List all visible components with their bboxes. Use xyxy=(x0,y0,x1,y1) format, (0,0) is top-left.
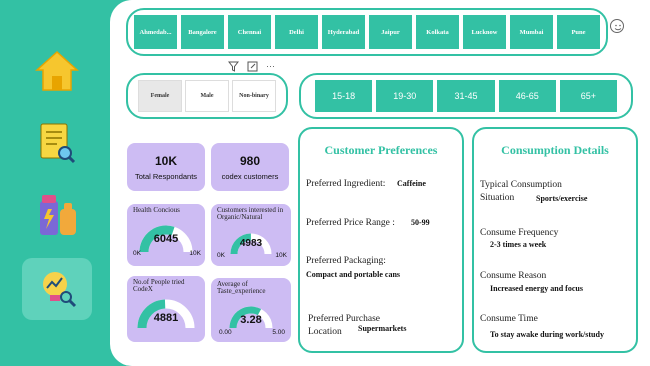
document-search-icon xyxy=(40,123,76,164)
home-icon xyxy=(35,50,79,91)
kpi-value: 10K xyxy=(154,153,177,168)
energy-drink-icon xyxy=(40,195,76,235)
nav-report-button[interactable] xyxy=(22,112,92,174)
packaging-label: Preferred Packaging: xyxy=(306,256,386,266)
frequency-label: Consume Frequency xyxy=(480,228,559,238)
gauge-value: 4881 xyxy=(153,312,179,324)
panel-title: Consumption Details xyxy=(501,143,609,157)
gauge-health-conscious: Health Concious 6045 0K 10K xyxy=(127,204,205,266)
city-option[interactable]: Kolkata xyxy=(416,15,459,49)
kpi-label: Total Respondants xyxy=(134,171,198,181)
gender-option-female[interactable]: Female xyxy=(138,80,182,112)
gauge-max: 5.00 xyxy=(272,329,285,336)
city-option[interactable]: Hyderabad xyxy=(322,15,365,49)
gauge-organic-interest: Customers interested in Organic/Natural … xyxy=(211,204,291,266)
nav-home-button[interactable] xyxy=(22,40,92,102)
age-group-slicer: 15-18 19-30 31-45 46-65 65+ xyxy=(299,73,633,119)
gauge-min: 0.00 xyxy=(219,329,232,336)
gauge-tried-codex: No.of People tried CodeX 4881 xyxy=(127,276,205,342)
feedback-smiley-icon[interactable] xyxy=(610,19,624,33)
gauge-min: 0K xyxy=(217,252,225,259)
situation-label-line2: Situation xyxy=(480,193,515,203)
city-option[interactable]: Delhi xyxy=(275,15,318,49)
ingredient-label: Preferred Ingredient: xyxy=(306,179,386,189)
age-option[interactable]: 65+ xyxy=(559,80,618,112)
ingredient-value: Caffeine xyxy=(397,179,426,188)
city-option[interactable]: Jaipur xyxy=(369,15,412,49)
focus-mode-icon[interactable] xyxy=(247,61,258,72)
gauge-taste-experience: Average of Taste_experience 3.28 0.00 5.… xyxy=(211,278,291,342)
visual-header-toolbar: ··· xyxy=(228,61,275,72)
time-label: Consume Time xyxy=(480,314,538,324)
gender-slicer: Female Male Non-binary xyxy=(126,73,288,119)
consumption-details-panel: Consumption Details Typical Consumption … xyxy=(472,127,638,353)
age-option[interactable]: 31-45 xyxy=(437,80,495,112)
filter-icon[interactable] xyxy=(228,61,239,72)
location-label-line2: Location xyxy=(308,327,342,337)
city-option[interactable]: Chennai xyxy=(228,15,271,49)
gauge-min: 0K xyxy=(133,250,141,257)
price-value: 50-99 xyxy=(411,218,430,227)
age-option[interactable]: 46-65 xyxy=(498,80,556,112)
time-value: To stay awake during work/study xyxy=(490,330,604,339)
sidebar xyxy=(0,0,110,366)
city-option[interactable]: Mumbai xyxy=(510,15,553,49)
gauge-arc xyxy=(137,299,195,329)
customer-preferences-panel: Customer Preferences Preferred Ingredien… xyxy=(298,127,464,353)
insight-bulb-icon xyxy=(43,272,77,308)
city-option[interactable]: Pune xyxy=(557,15,600,49)
gauge-value: 3.28 xyxy=(240,314,262,326)
kpi-codex-customers: 980 codex customers xyxy=(211,143,289,191)
reason-label: Consume Reason xyxy=(480,271,547,281)
kpi-value: 980 xyxy=(239,153,261,168)
price-label: Preferred Price Range : xyxy=(306,218,395,228)
location-value: Supermarkets xyxy=(358,324,407,333)
gauge-value: 4983 xyxy=(239,238,263,249)
age-option[interactable]: 19-30 xyxy=(376,80,434,112)
gauge-max: 10K xyxy=(275,252,287,259)
city-option[interactable]: Ahmedab... xyxy=(134,15,177,49)
frequency-value: 2-3 times a week xyxy=(490,240,547,249)
packaging-value: Compact and portable cans xyxy=(306,270,401,279)
city-slicer: Ahmedab... Bangalore Chennai Delhi Hyder… xyxy=(126,8,608,56)
nav-insights-button[interactable] xyxy=(22,258,92,320)
situation-label-line1: Typical Consumption xyxy=(480,180,562,190)
panel-title: Customer Preferences xyxy=(324,143,438,157)
situation-value: Sports/exercise xyxy=(536,194,588,203)
nav-energy-button[interactable] xyxy=(22,185,92,247)
age-option[interactable]: 15-18 xyxy=(315,80,373,112)
gender-option-male[interactable]: Male xyxy=(185,80,229,112)
reason-value: Increased energy and focus xyxy=(490,284,583,293)
city-option[interactable]: Lucknow xyxy=(463,15,506,49)
gauge-value: 6045 xyxy=(153,233,179,245)
city-option[interactable]: Bangalore xyxy=(181,15,224,49)
kpi-label: codex customers xyxy=(221,171,279,181)
kpi-total-respondents: 10K Total Respondants xyxy=(127,143,205,191)
gauge-max: 10K xyxy=(189,250,201,257)
more-options-button[interactable]: ··· xyxy=(266,61,275,72)
gender-option-non-binary[interactable]: Non-binary xyxy=(232,80,276,112)
